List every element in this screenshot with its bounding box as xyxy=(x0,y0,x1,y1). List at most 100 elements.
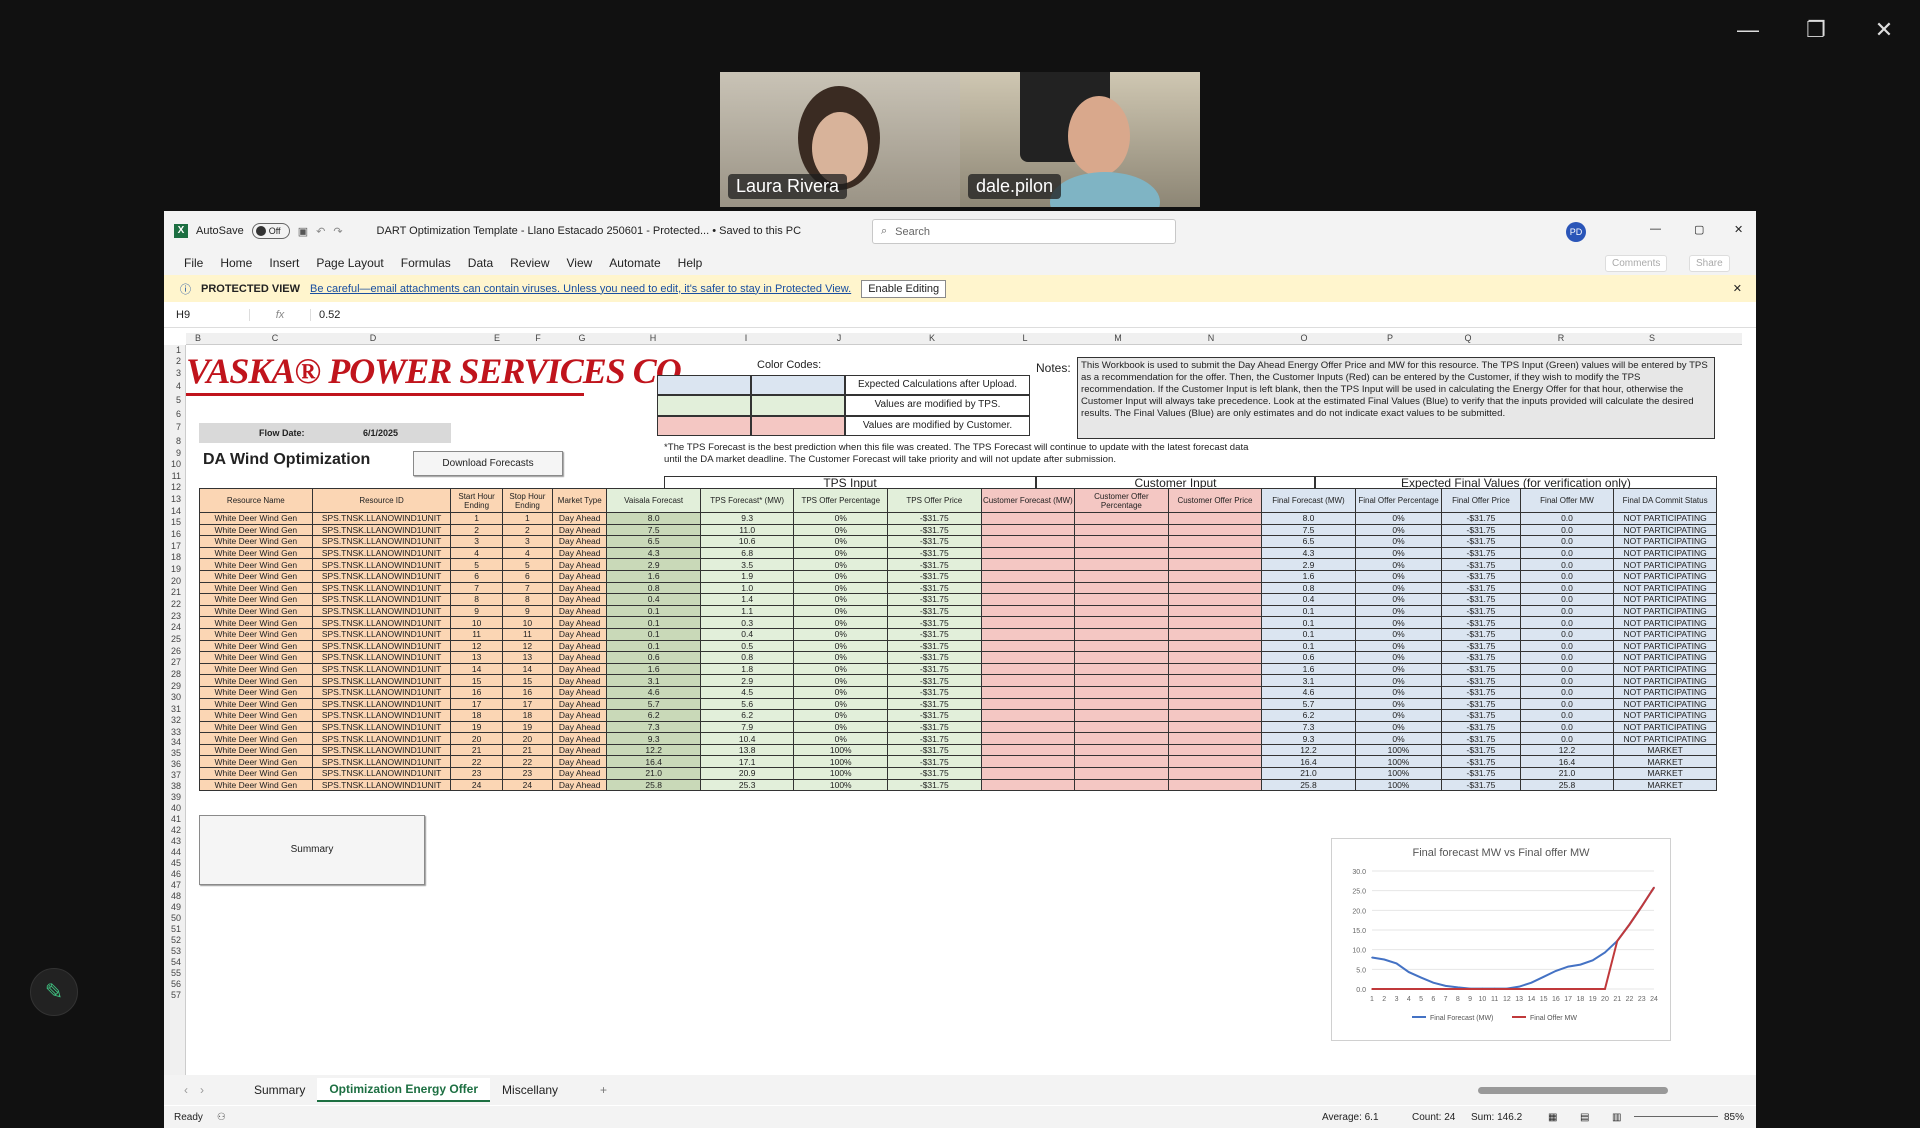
table-cell[interactable] xyxy=(1074,778,1169,792)
add-sheet-icon[interactable]: + xyxy=(600,1083,607,1097)
table-cell[interactable]: Day Ahead xyxy=(552,604,608,618)
table-cell[interactable]: -$31.75 xyxy=(887,627,982,641)
table-cell[interactable]: 22 xyxy=(450,755,503,769)
table-cell[interactable]: Day Ahead xyxy=(552,512,608,525)
table-row[interactable]: White Deer Wind Gen SPS.TNSK.LLANOWIND1UN… xyxy=(199,523,1717,537)
table-cell[interactable] xyxy=(1167,651,1263,664)
table-cell[interactable]: 2.9 xyxy=(606,558,701,571)
table-cell[interactable]: 0.0 xyxy=(1519,639,1615,653)
column-header[interactable]: H xyxy=(650,333,657,343)
minimize-icon[interactable]: — xyxy=(1728,12,1768,48)
table-cell[interactable]: 21 xyxy=(450,743,503,757)
table-cell[interactable] xyxy=(1074,569,1169,583)
table-cell[interactable]: Day Ahead xyxy=(552,778,608,792)
table-cell[interactable]: 7.5 xyxy=(606,523,701,537)
table-cell[interactable]: 0.0 xyxy=(1519,569,1615,583)
table-cell[interactable] xyxy=(980,523,1076,537)
tab-summary[interactable]: Summary xyxy=(242,1079,317,1101)
table-cell[interactable]: NOT PARTICIPATING xyxy=(1613,546,1717,560)
table-cell[interactable]: 0% xyxy=(1354,535,1443,548)
table-cell[interactable]: -$31.75 xyxy=(887,569,982,583)
table-cell[interactable]: SPS.TNSK.LLANOWIND1UNIT xyxy=(311,512,452,525)
normal-view-icon[interactable]: ▦ xyxy=(1548,1112,1557,1123)
avatar[interactable]: PD xyxy=(1566,222,1586,242)
table-cell[interactable]: -$31.75 xyxy=(1441,767,1521,780)
table-cell[interactable]: 6.2 xyxy=(699,709,795,722)
zoom-slider[interactable] xyxy=(1634,1116,1718,1117)
table-cell[interactable]: Day Ahead xyxy=(552,732,608,745)
table-cell[interactable]: 10.6 xyxy=(699,535,795,548)
table-cell[interactable]: 16 xyxy=(501,685,554,699)
table-cell[interactable]: 13.8 xyxy=(699,743,795,757)
table-cell[interactable]: 7 xyxy=(501,581,554,595)
menu-file[interactable]: File xyxy=(184,256,203,270)
table-cell[interactable]: 100% xyxy=(793,778,889,792)
table-cell[interactable]: MARKET xyxy=(1613,778,1717,792)
table-cell[interactable] xyxy=(1074,535,1169,548)
table-cell[interactable]: 0.1 xyxy=(606,639,701,653)
table-cell[interactable]: 3 xyxy=(450,535,503,548)
table-cell[interactable]: 0% xyxy=(793,569,889,583)
table-cell[interactable]: 2 xyxy=(501,523,554,537)
table-row[interactable]: White Deer Wind Gen SPS.TNSK.LLANOWIND1UN… xyxy=(199,581,1717,595)
table-cell[interactable]: -$31.75 xyxy=(887,535,982,548)
table-cell[interactable] xyxy=(1074,697,1169,711)
table-cell[interactable] xyxy=(1074,512,1169,525)
table-row[interactable]: White Deer Wind Gen SPS.TNSK.LLANOWIND1UN… xyxy=(199,767,1717,780)
table-cell[interactable]: -$31.75 xyxy=(887,616,982,629)
table-cell[interactable]: 0% xyxy=(1354,697,1443,711)
table-cell[interactable]: 4.6 xyxy=(606,685,701,699)
table-cell[interactable]: 0% xyxy=(1354,732,1443,745)
page-break-icon[interactable]: ▥ xyxy=(1612,1112,1621,1123)
tab-optimization-energy-offer[interactable]: Optimization Energy Offer xyxy=(317,1078,491,1102)
table-cell[interactable]: 0% xyxy=(1354,558,1443,571)
table-cell[interactable]: 0% xyxy=(1354,651,1443,664)
table-cell[interactable]: Day Ahead xyxy=(552,720,608,734)
table-cell[interactable]: 0% xyxy=(1354,546,1443,560)
table-row[interactable]: White Deer Wind Gen SPS.TNSK.LLANOWIND1UN… xyxy=(199,685,1717,699)
table-cell[interactable]: 0% xyxy=(793,732,889,745)
table-cell[interactable]: Day Ahead xyxy=(552,674,608,687)
table-row[interactable]: White Deer Wind Gen SPS.TNSK.LLANOWIND1UN… xyxy=(199,697,1717,711)
column-header[interactable]: L xyxy=(1022,333,1027,343)
protected-message[interactable]: Be careful—email attachments can contain… xyxy=(310,283,851,295)
table-cell[interactable]: Day Ahead xyxy=(552,593,608,606)
table-cell[interactable]: Day Ahead xyxy=(552,569,608,583)
table-cell[interactable]: White Deer Wind Gen xyxy=(199,743,313,757)
table-row[interactable]: White Deer Wind Gen SPS.TNSK.LLANOWIND1UN… xyxy=(199,732,1717,745)
table-cell[interactable]: 5 xyxy=(501,558,554,571)
table-cell[interactable]: 16.4 xyxy=(1519,755,1615,769)
table-cell[interactable] xyxy=(1074,593,1169,606)
row-header[interactable]: 45 xyxy=(171,858,181,868)
table-cell[interactable]: NOT PARTICIPATING xyxy=(1613,512,1717,525)
table-cell[interactable]: NOT PARTICIPATING xyxy=(1613,593,1717,606)
table-cell[interactable] xyxy=(980,674,1076,687)
row-header[interactable]: 57 xyxy=(171,990,181,1000)
table-cell[interactable] xyxy=(1167,639,1263,653)
table-cell[interactable]: -$31.75 xyxy=(1441,569,1521,583)
table-cell[interactable] xyxy=(1167,709,1263,722)
table-cell[interactable] xyxy=(1074,581,1169,595)
row-header[interactable]: 27 xyxy=(171,657,181,667)
table-cell[interactable]: 0.6 xyxy=(606,651,701,664)
table-cell[interactable]: -$31.75 xyxy=(1441,651,1521,664)
row-header[interactable]: 53 xyxy=(171,946,181,956)
table-cell[interactable] xyxy=(1167,546,1263,560)
table-cell[interactable]: -$31.75 xyxy=(1441,512,1521,525)
table-cell[interactable]: 0.4 xyxy=(1261,593,1356,606)
table-cell[interactable] xyxy=(980,639,1076,653)
table-cell[interactable]: 0.1 xyxy=(1261,604,1356,618)
table-cell[interactable]: 8.0 xyxy=(606,512,701,525)
row-header[interactable]: 12 xyxy=(171,482,181,492)
table-cell[interactable]: 8 xyxy=(450,593,503,606)
table-cell[interactable]: Day Ahead xyxy=(552,535,608,548)
table-cell[interactable]: SPS.TNSK.LLANOWIND1UNIT xyxy=(311,558,452,571)
table-cell[interactable]: Day Ahead xyxy=(552,697,608,711)
comments-button[interactable]: Comments xyxy=(1605,255,1668,272)
table-cell[interactable]: NOT PARTICIPATING xyxy=(1613,674,1717,687)
table-cell[interactable]: White Deer Wind Gen xyxy=(199,546,313,560)
table-cell[interactable]: 11 xyxy=(450,627,503,641)
table-cell[interactable] xyxy=(980,732,1076,745)
table-cell[interactable]: 19 xyxy=(450,720,503,734)
table-row[interactable]: White Deer Wind Gen SPS.TNSK.LLANOWIND1UN… xyxy=(199,627,1717,641)
